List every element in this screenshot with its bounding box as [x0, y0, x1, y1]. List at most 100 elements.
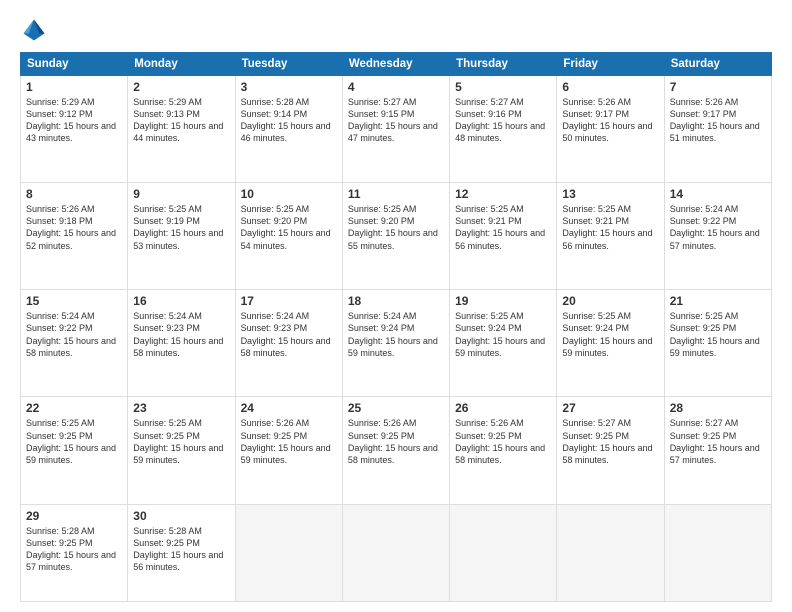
- day-number: 23: [133, 401, 229, 415]
- calendar-day-18: 18 Sunrise: 5:24 AMSunset: 9:24 PMDaylig…: [342, 290, 449, 397]
- day-details: Sunrise: 5:24 AMSunset: 9:23 PMDaylight:…: [241, 311, 331, 357]
- calendar-day-7: 7 Sunrise: 5:26 AMSunset: 9:17 PMDayligh…: [664, 76, 771, 183]
- calendar-day-26: 26 Sunrise: 5:26 AMSunset: 9:25 PMDaylig…: [450, 397, 557, 504]
- day-details: Sunrise: 5:26 AMSunset: 9:18 PMDaylight:…: [26, 204, 116, 250]
- day-details: Sunrise: 5:27 AMSunset: 9:25 PMDaylight:…: [670, 418, 760, 464]
- calendar-day-1: 1 Sunrise: 5:29 AMSunset: 9:12 PMDayligh…: [21, 76, 128, 183]
- day-number: 19: [455, 294, 551, 308]
- day-number: 30: [133, 509, 229, 523]
- calendar-week-3: 15 Sunrise: 5:24 AMSunset: 9:22 PMDaylig…: [21, 290, 772, 397]
- calendar-day-14: 14 Sunrise: 5:24 AMSunset: 9:22 PMDaylig…: [664, 183, 771, 290]
- day-details: Sunrise: 5:25 AMSunset: 9:21 PMDaylight:…: [562, 204, 652, 250]
- day-number: 15: [26, 294, 122, 308]
- day-details: Sunrise: 5:24 AMSunset: 9:22 PMDaylight:…: [26, 311, 116, 357]
- day-details: Sunrise: 5:24 AMSunset: 9:22 PMDaylight:…: [670, 204, 760, 250]
- day-details: Sunrise: 5:27 AMSunset: 9:15 PMDaylight:…: [348, 97, 438, 143]
- day-number: 10: [241, 187, 337, 201]
- calendar-day-6: 6 Sunrise: 5:26 AMSunset: 9:17 PMDayligh…: [557, 76, 664, 183]
- day-number: 8: [26, 187, 122, 201]
- day-details: Sunrise: 5:25 AMSunset: 9:19 PMDaylight:…: [133, 204, 223, 250]
- day-details: Sunrise: 5:28 AMSunset: 9:14 PMDaylight:…: [241, 97, 331, 143]
- day-details: Sunrise: 5:27 AMSunset: 9:25 PMDaylight:…: [562, 418, 652, 464]
- calendar-day-27: 27 Sunrise: 5:27 AMSunset: 9:25 PMDaylig…: [557, 397, 664, 504]
- page: SundayMondayTuesdayWednesdayThursdayFrid…: [0, 0, 792, 612]
- calendar-week-4: 22 Sunrise: 5:25 AMSunset: 9:25 PMDaylig…: [21, 397, 772, 504]
- day-number: 24: [241, 401, 337, 415]
- day-number: 27: [562, 401, 658, 415]
- calendar-day-29: 29 Sunrise: 5:28 AMSunset: 9:25 PMDaylig…: [21, 504, 128, 601]
- calendar-empty-cell: [557, 504, 664, 601]
- weekday-header-sunday: Sunday: [21, 53, 128, 76]
- calendar-day-30: 30 Sunrise: 5:28 AMSunset: 9:25 PMDaylig…: [128, 504, 235, 601]
- day-number: 22: [26, 401, 122, 415]
- calendar-day-11: 11 Sunrise: 5:25 AMSunset: 9:20 PMDaylig…: [342, 183, 449, 290]
- calendar-day-12: 12 Sunrise: 5:25 AMSunset: 9:21 PMDaylig…: [450, 183, 557, 290]
- day-number: 26: [455, 401, 551, 415]
- calendar-day-16: 16 Sunrise: 5:24 AMSunset: 9:23 PMDaylig…: [128, 290, 235, 397]
- day-number: 9: [133, 187, 229, 201]
- weekday-header-friday: Friday: [557, 53, 664, 76]
- day-number: 18: [348, 294, 444, 308]
- day-details: Sunrise: 5:25 AMSunset: 9:24 PMDaylight:…: [455, 311, 545, 357]
- day-details: Sunrise: 5:24 AMSunset: 9:23 PMDaylight:…: [133, 311, 223, 357]
- day-number: 25: [348, 401, 444, 415]
- day-details: Sunrise: 5:24 AMSunset: 9:24 PMDaylight:…: [348, 311, 438, 357]
- calendar-day-10: 10 Sunrise: 5:25 AMSunset: 9:20 PMDaylig…: [235, 183, 342, 290]
- weekday-header-row: SundayMondayTuesdayWednesdayThursdayFrid…: [21, 53, 772, 76]
- day-details: Sunrise: 5:25 AMSunset: 9:21 PMDaylight:…: [455, 204, 545, 250]
- logo-icon: [20, 16, 48, 44]
- calendar-day-13: 13 Sunrise: 5:25 AMSunset: 9:21 PMDaylig…: [557, 183, 664, 290]
- day-number: 20: [562, 294, 658, 308]
- day-details: Sunrise: 5:25 AMSunset: 9:24 PMDaylight:…: [562, 311, 652, 357]
- calendar-table: SundayMondayTuesdayWednesdayThursdayFrid…: [20, 52, 772, 602]
- weekday-header-wednesday: Wednesday: [342, 53, 449, 76]
- day-details: Sunrise: 5:25 AMSunset: 9:25 PMDaylight:…: [26, 418, 116, 464]
- day-number: 13: [562, 187, 658, 201]
- day-details: Sunrise: 5:25 AMSunset: 9:20 PMDaylight:…: [348, 204, 438, 250]
- calendar-empty-cell: [235, 504, 342, 601]
- day-number: 6: [562, 80, 658, 94]
- day-details: Sunrise: 5:29 AMSunset: 9:12 PMDaylight:…: [26, 97, 116, 143]
- day-number: 16: [133, 294, 229, 308]
- day-number: 14: [670, 187, 766, 201]
- day-number: 28: [670, 401, 766, 415]
- day-number: 4: [348, 80, 444, 94]
- weekday-header-saturday: Saturday: [664, 53, 771, 76]
- calendar-empty-cell: [450, 504, 557, 601]
- calendar-day-8: 8 Sunrise: 5:26 AMSunset: 9:18 PMDayligh…: [21, 183, 128, 290]
- day-number: 29: [26, 509, 122, 523]
- calendar-day-25: 25 Sunrise: 5:26 AMSunset: 9:25 PMDaylig…: [342, 397, 449, 504]
- calendar-day-21: 21 Sunrise: 5:25 AMSunset: 9:25 PMDaylig…: [664, 290, 771, 397]
- calendar-week-2: 8 Sunrise: 5:26 AMSunset: 9:18 PMDayligh…: [21, 183, 772, 290]
- day-details: Sunrise: 5:25 AMSunset: 9:20 PMDaylight:…: [241, 204, 331, 250]
- calendar-day-17: 17 Sunrise: 5:24 AMSunset: 9:23 PMDaylig…: [235, 290, 342, 397]
- calendar-day-19: 19 Sunrise: 5:25 AMSunset: 9:24 PMDaylig…: [450, 290, 557, 397]
- calendar-day-2: 2 Sunrise: 5:29 AMSunset: 9:13 PMDayligh…: [128, 76, 235, 183]
- calendar-day-23: 23 Sunrise: 5:25 AMSunset: 9:25 PMDaylig…: [128, 397, 235, 504]
- weekday-header-monday: Monday: [128, 53, 235, 76]
- day-number: 21: [670, 294, 766, 308]
- weekday-header-thursday: Thursday: [450, 53, 557, 76]
- logo: [20, 16, 52, 44]
- calendar-week-1: 1 Sunrise: 5:29 AMSunset: 9:12 PMDayligh…: [21, 76, 772, 183]
- header: [20, 16, 772, 44]
- day-details: Sunrise: 5:26 AMSunset: 9:17 PMDaylight:…: [670, 97, 760, 143]
- day-details: Sunrise: 5:28 AMSunset: 9:25 PMDaylight:…: [133, 526, 223, 572]
- calendar-day-9: 9 Sunrise: 5:25 AMSunset: 9:19 PMDayligh…: [128, 183, 235, 290]
- day-number: 1: [26, 80, 122, 94]
- calendar-day-28: 28 Sunrise: 5:27 AMSunset: 9:25 PMDaylig…: [664, 397, 771, 504]
- day-details: Sunrise: 5:26 AMSunset: 9:25 PMDaylight:…: [241, 418, 331, 464]
- calendar-day-3: 3 Sunrise: 5:28 AMSunset: 9:14 PMDayligh…: [235, 76, 342, 183]
- day-details: Sunrise: 5:26 AMSunset: 9:25 PMDaylight:…: [455, 418, 545, 464]
- day-number: 2: [133, 80, 229, 94]
- day-number: 7: [670, 80, 766, 94]
- day-details: Sunrise: 5:25 AMSunset: 9:25 PMDaylight:…: [670, 311, 760, 357]
- day-details: Sunrise: 5:26 AMSunset: 9:25 PMDaylight:…: [348, 418, 438, 464]
- day-details: Sunrise: 5:27 AMSunset: 9:16 PMDaylight:…: [455, 97, 545, 143]
- day-number: 12: [455, 187, 551, 201]
- day-number: 5: [455, 80, 551, 94]
- weekday-header-tuesday: Tuesday: [235, 53, 342, 76]
- day-number: 3: [241, 80, 337, 94]
- calendar-day-20: 20 Sunrise: 5:25 AMSunset: 9:24 PMDaylig…: [557, 290, 664, 397]
- day-number: 17: [241, 294, 337, 308]
